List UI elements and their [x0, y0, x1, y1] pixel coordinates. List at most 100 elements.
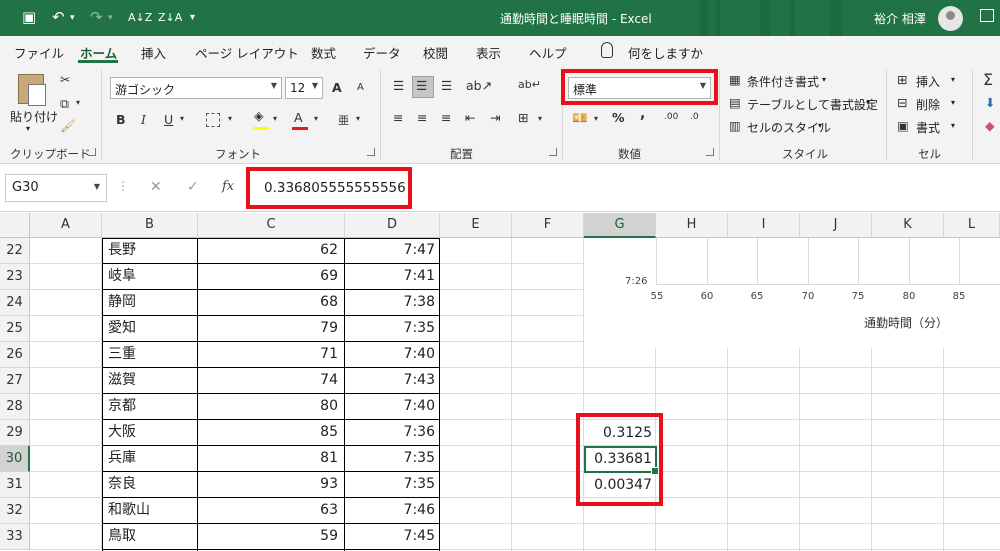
row-header[interactable]: 31 [0, 472, 30, 498]
sleep-cell[interactable]: 7:36 [345, 420, 435, 446]
row-header[interactable]: 26 [0, 342, 30, 368]
row-header[interactable]: 24 [0, 290, 30, 316]
fill-icon[interactable]: ⬇ [985, 95, 995, 110]
column-header[interactable]: J [800, 213, 872, 238]
cut-icon[interactable]: ✂ [60, 72, 70, 87]
sleep-cell[interactable]: 7:45 [345, 524, 435, 550]
font-name-combo[interactable]: 游ゴシック ▼ [110, 77, 282, 99]
select-all-corner[interactable] [0, 213, 30, 238]
decrease-decimal-icon[interactable]: .0 [690, 112, 699, 122]
format-as-table-button[interactable]: テーブルとして書式設定 [747, 96, 878, 113]
phonetic-dropdown-icon[interactable]: ▾ [356, 114, 360, 123]
chevron-down-icon[interactable]: ▾ [818, 121, 822, 130]
commute-cell[interactable]: 81 [198, 446, 338, 472]
font-launcher-icon[interactable] [367, 148, 375, 156]
ribbon-display-icon[interactable] [980, 9, 994, 22]
prefecture-cell[interactable]: 愛知 [108, 316, 136, 342]
fill-color-dropdown-icon[interactable]: ▾ [273, 114, 277, 123]
align-left-icon[interactable]: ≡ [393, 110, 403, 125]
tab-data[interactable]: データ [363, 43, 401, 62]
copy-dropdown-icon[interactable]: ▾ [76, 98, 80, 107]
underline-dropdown-icon[interactable]: ▾ [180, 114, 184, 123]
column-header[interactable]: K [872, 213, 944, 238]
prefecture-cell[interactable]: 奈良 [108, 472, 136, 498]
borders-icon[interactable] [206, 113, 220, 127]
row-header[interactable]: 29 [0, 420, 30, 446]
row-header[interactable]: 32 [0, 498, 30, 524]
tab-file[interactable]: ファイル [14, 43, 64, 62]
sleep-cell[interactable]: 7:35 [345, 472, 435, 498]
borders-dropdown-icon[interactable]: ▾ [228, 114, 232, 123]
clipboard-launcher-icon[interactable] [88, 148, 96, 156]
chevron-down-icon[interactable]: ▾ [951, 98, 955, 107]
column-header-selected[interactable]: G [584, 213, 656, 238]
sleep-cell[interactable]: 7:41 [345, 264, 435, 290]
autosum-icon[interactable]: Σ [983, 70, 993, 89]
font-color-icon[interactable]: A [294, 110, 303, 125]
commute-cell[interactable]: 80 [198, 394, 338, 420]
commute-cell[interactable]: 74 [198, 368, 338, 394]
prefecture-cell[interactable]: 京都 [108, 394, 136, 420]
paste-dropdown-icon[interactable]: ▾ [26, 124, 30, 133]
column-header[interactable]: E [440, 213, 512, 238]
chevron-down-icon[interactable]: ▾ [951, 75, 955, 84]
commute-cell[interactable]: 69 [198, 264, 338, 290]
format-cells-icon[interactable]: ▣ [897, 118, 909, 133]
column-header[interactable]: F [512, 213, 584, 238]
prefecture-cell[interactable]: 和歌山 [108, 498, 150, 524]
tab-help[interactable]: ヘルプ [529, 43, 567, 62]
row-header[interactable]: 28 [0, 394, 30, 420]
accounting-dropdown-icon[interactable]: ▾ [594, 114, 598, 123]
row-header[interactable]: 33 [0, 524, 30, 550]
tab-insert[interactable]: 挿入 [141, 43, 166, 62]
insert-cells-button[interactable]: 挿入 [916, 73, 940, 90]
align-center-icon[interactable]: ≡ [417, 110, 427, 125]
column-header[interactable]: H [656, 213, 728, 238]
grow-font-icon[interactable]: A [332, 80, 342, 95]
tab-view[interactable]: 表示 [476, 43, 501, 62]
orientation-icon[interactable]: ab↗ [466, 78, 492, 93]
commute-cell[interactable]: 79 [198, 316, 338, 342]
commute-cell[interactable]: 85 [198, 420, 338, 446]
sleep-cell[interactable]: 7:35 [345, 316, 435, 342]
merge-dropdown-icon[interactable]: ▾ [538, 114, 542, 123]
undo-icon[interactable]: ↶ [52, 8, 65, 26]
paste-button[interactable]: 貼り付け [10, 108, 58, 125]
row-header[interactable]: 25 [0, 316, 30, 342]
merge-center-icon[interactable]: ⊞ [518, 110, 528, 125]
sleep-cell[interactable]: 7:40 [345, 394, 435, 420]
commute-cell[interactable]: 63 [198, 498, 338, 524]
sleep-cell[interactable]: 7:43 [345, 368, 435, 394]
format-cells-button[interactable]: 書式 [916, 119, 940, 136]
tell-me-search[interactable]: 何をしますか [628, 43, 703, 62]
clear-icon[interactable]: ◆ [985, 118, 995, 133]
cancel-icon[interactable]: ✕ [150, 179, 162, 195]
sleep-cell[interactable]: 7:35 [345, 446, 435, 472]
sleep-cell[interactable]: 7:47 [345, 238, 435, 264]
conditional-formatting-icon[interactable]: ▦ [729, 72, 741, 87]
align-bottom-icon[interactable]: ☰ [441, 78, 452, 93]
chevron-down-icon[interactable]: ▾ [866, 98, 870, 107]
insert-cells-icon[interactable]: ⊞ [897, 72, 907, 87]
prefecture-cell[interactable]: 静岡 [108, 290, 136, 316]
fill-color-icon[interactable]: ◈ [254, 108, 264, 123]
user-name[interactable]: 裕介 相澤 [874, 10, 926, 27]
increase-indent-icon[interactable]: ⇥ [490, 110, 500, 125]
sleep-cell[interactable]: 7:46 [345, 498, 435, 524]
commute-cell[interactable]: 71 [198, 342, 338, 368]
wrap-text-icon[interactable]: ab↵ [518, 78, 541, 91]
prefecture-cell[interactable]: 長野 [108, 238, 136, 264]
insert-function-icon[interactable]: fx [222, 179, 234, 194]
decrease-indent-icon[interactable]: ⇤ [465, 110, 475, 125]
copy-icon[interactable]: ⧉ [60, 96, 69, 112]
avatar[interactable] [938, 6, 963, 31]
font-color-dropdown-icon[interactable]: ▾ [314, 114, 318, 123]
sleep-cell[interactable]: 7:38 [345, 290, 435, 316]
prefecture-cell[interactable]: 岐阜 [108, 264, 136, 290]
conditional-formatting-button[interactable]: 条件付き書式 [747, 73, 819, 90]
qat-customize-icon[interactable]: ▾ [190, 12, 195, 23]
commute-cell[interactable]: 62 [198, 238, 338, 264]
phonetic-guide-icon[interactable]: 亜 [338, 112, 349, 128]
chevron-down-icon[interactable]: ▾ [822, 75, 826, 84]
number-launcher-icon[interactable] [706, 148, 714, 156]
